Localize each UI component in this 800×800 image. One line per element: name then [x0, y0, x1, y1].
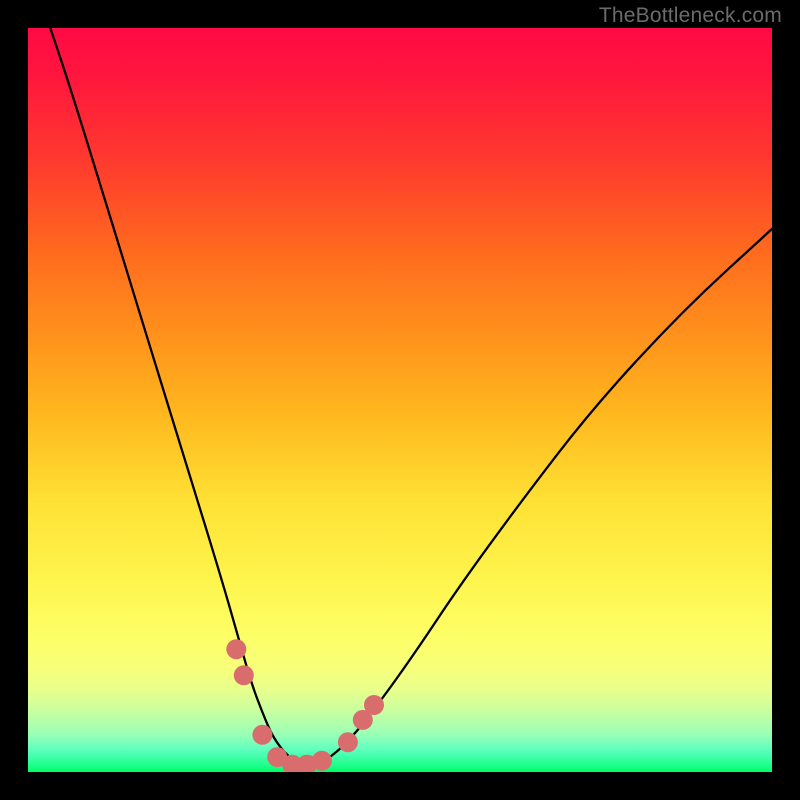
marker-dot: [338, 732, 358, 752]
marker-dot: [226, 639, 246, 659]
watermark-text: TheBottleneck.com: [599, 4, 782, 28]
plot-area: [28, 28, 772, 772]
marker-dot: [364, 695, 384, 715]
marker-dot: [267, 747, 287, 767]
bottleneck-curve-path: [50, 28, 772, 765]
chart-container: TheBottleneck.com: [0, 0, 800, 800]
marker-dot: [234, 665, 254, 685]
marker-group: [226, 639, 384, 772]
curve-svg: [28, 28, 772, 772]
marker-dot: [282, 755, 302, 772]
marker-dot: [353, 710, 373, 730]
marker-dot: [252, 725, 272, 745]
marker-dot: [297, 755, 317, 772]
marker-dot: [312, 751, 332, 771]
